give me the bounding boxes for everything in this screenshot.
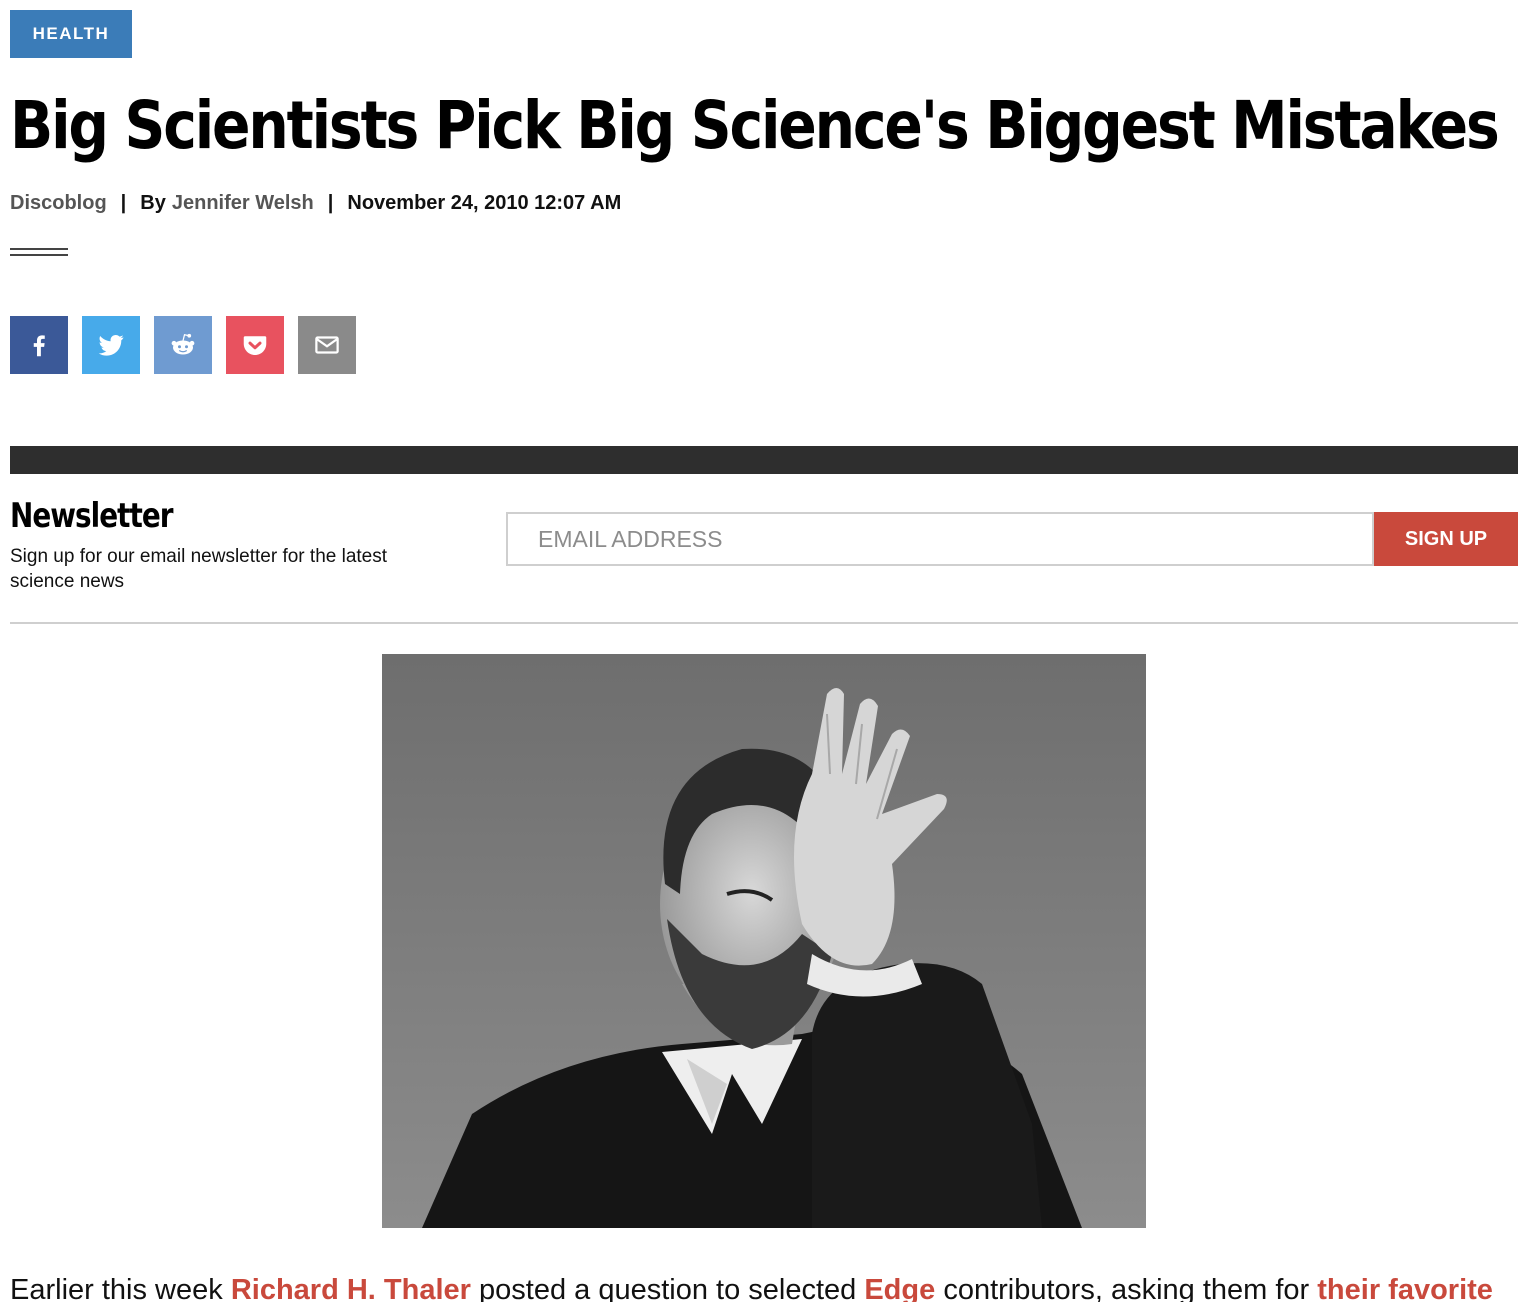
byline-separator: | bbox=[120, 192, 127, 214]
intro-text: Earlier this week bbox=[10, 1274, 223, 1302]
by-prefix: By bbox=[140, 192, 166, 214]
article-intro-paragraph: Earlier this week Richard H. Thaler post… bbox=[10, 1270, 1493, 1302]
share-email-button[interactable] bbox=[298, 316, 356, 374]
twitter-icon bbox=[98, 334, 124, 356]
byline: Discoblog | By Jennifer Welsh | November… bbox=[10, 192, 621, 215]
byline-separator: | bbox=[327, 192, 334, 214]
share-pocket-button[interactable] bbox=[226, 316, 284, 374]
share-facebook-button[interactable] bbox=[10, 316, 68, 374]
section-bar bbox=[10, 446, 1518, 474]
thaler-link[interactable]: Richard H. Thaler bbox=[231, 1274, 471, 1302]
newsletter-description: Sign up for our email newsletter for the… bbox=[10, 546, 388, 592]
article-photo bbox=[382, 654, 1146, 1228]
edge-link[interactable]: Edge bbox=[864, 1274, 935, 1302]
intro-text: posted a question to selected bbox=[479, 1274, 857, 1302]
signup-button[interactable]: SIGN UP bbox=[1374, 512, 1518, 566]
section-divider bbox=[10, 622, 1518, 624]
email-icon bbox=[315, 336, 339, 354]
share-twitter-button[interactable] bbox=[82, 316, 140, 374]
author-link[interactable]: Jennifer Welsh bbox=[172, 192, 314, 215]
intro-text: contributors, asking them for bbox=[943, 1274, 1310, 1302]
share-reddit-button[interactable] bbox=[154, 316, 212, 374]
pocket-icon bbox=[243, 336, 267, 355]
title-divider bbox=[10, 248, 68, 256]
reddit-icon bbox=[171, 333, 195, 355]
facebook-icon bbox=[33, 335, 45, 357]
favorite-link[interactable]: their favorite bbox=[1317, 1274, 1493, 1302]
newsletter-title: Newsletter bbox=[10, 496, 174, 536]
publish-date: November 24, 2010 12:07 AM bbox=[347, 192, 622, 214]
blog-link[interactable]: Discoblog bbox=[10, 192, 107, 215]
category-tag[interactable]: HEALTH bbox=[10, 10, 132, 58]
email-field[interactable] bbox=[506, 512, 1374, 566]
article-title: Big Scientists Pick Big Science's Bigges… bbox=[10, 87, 1500, 164]
share-buttons bbox=[10, 316, 356, 374]
